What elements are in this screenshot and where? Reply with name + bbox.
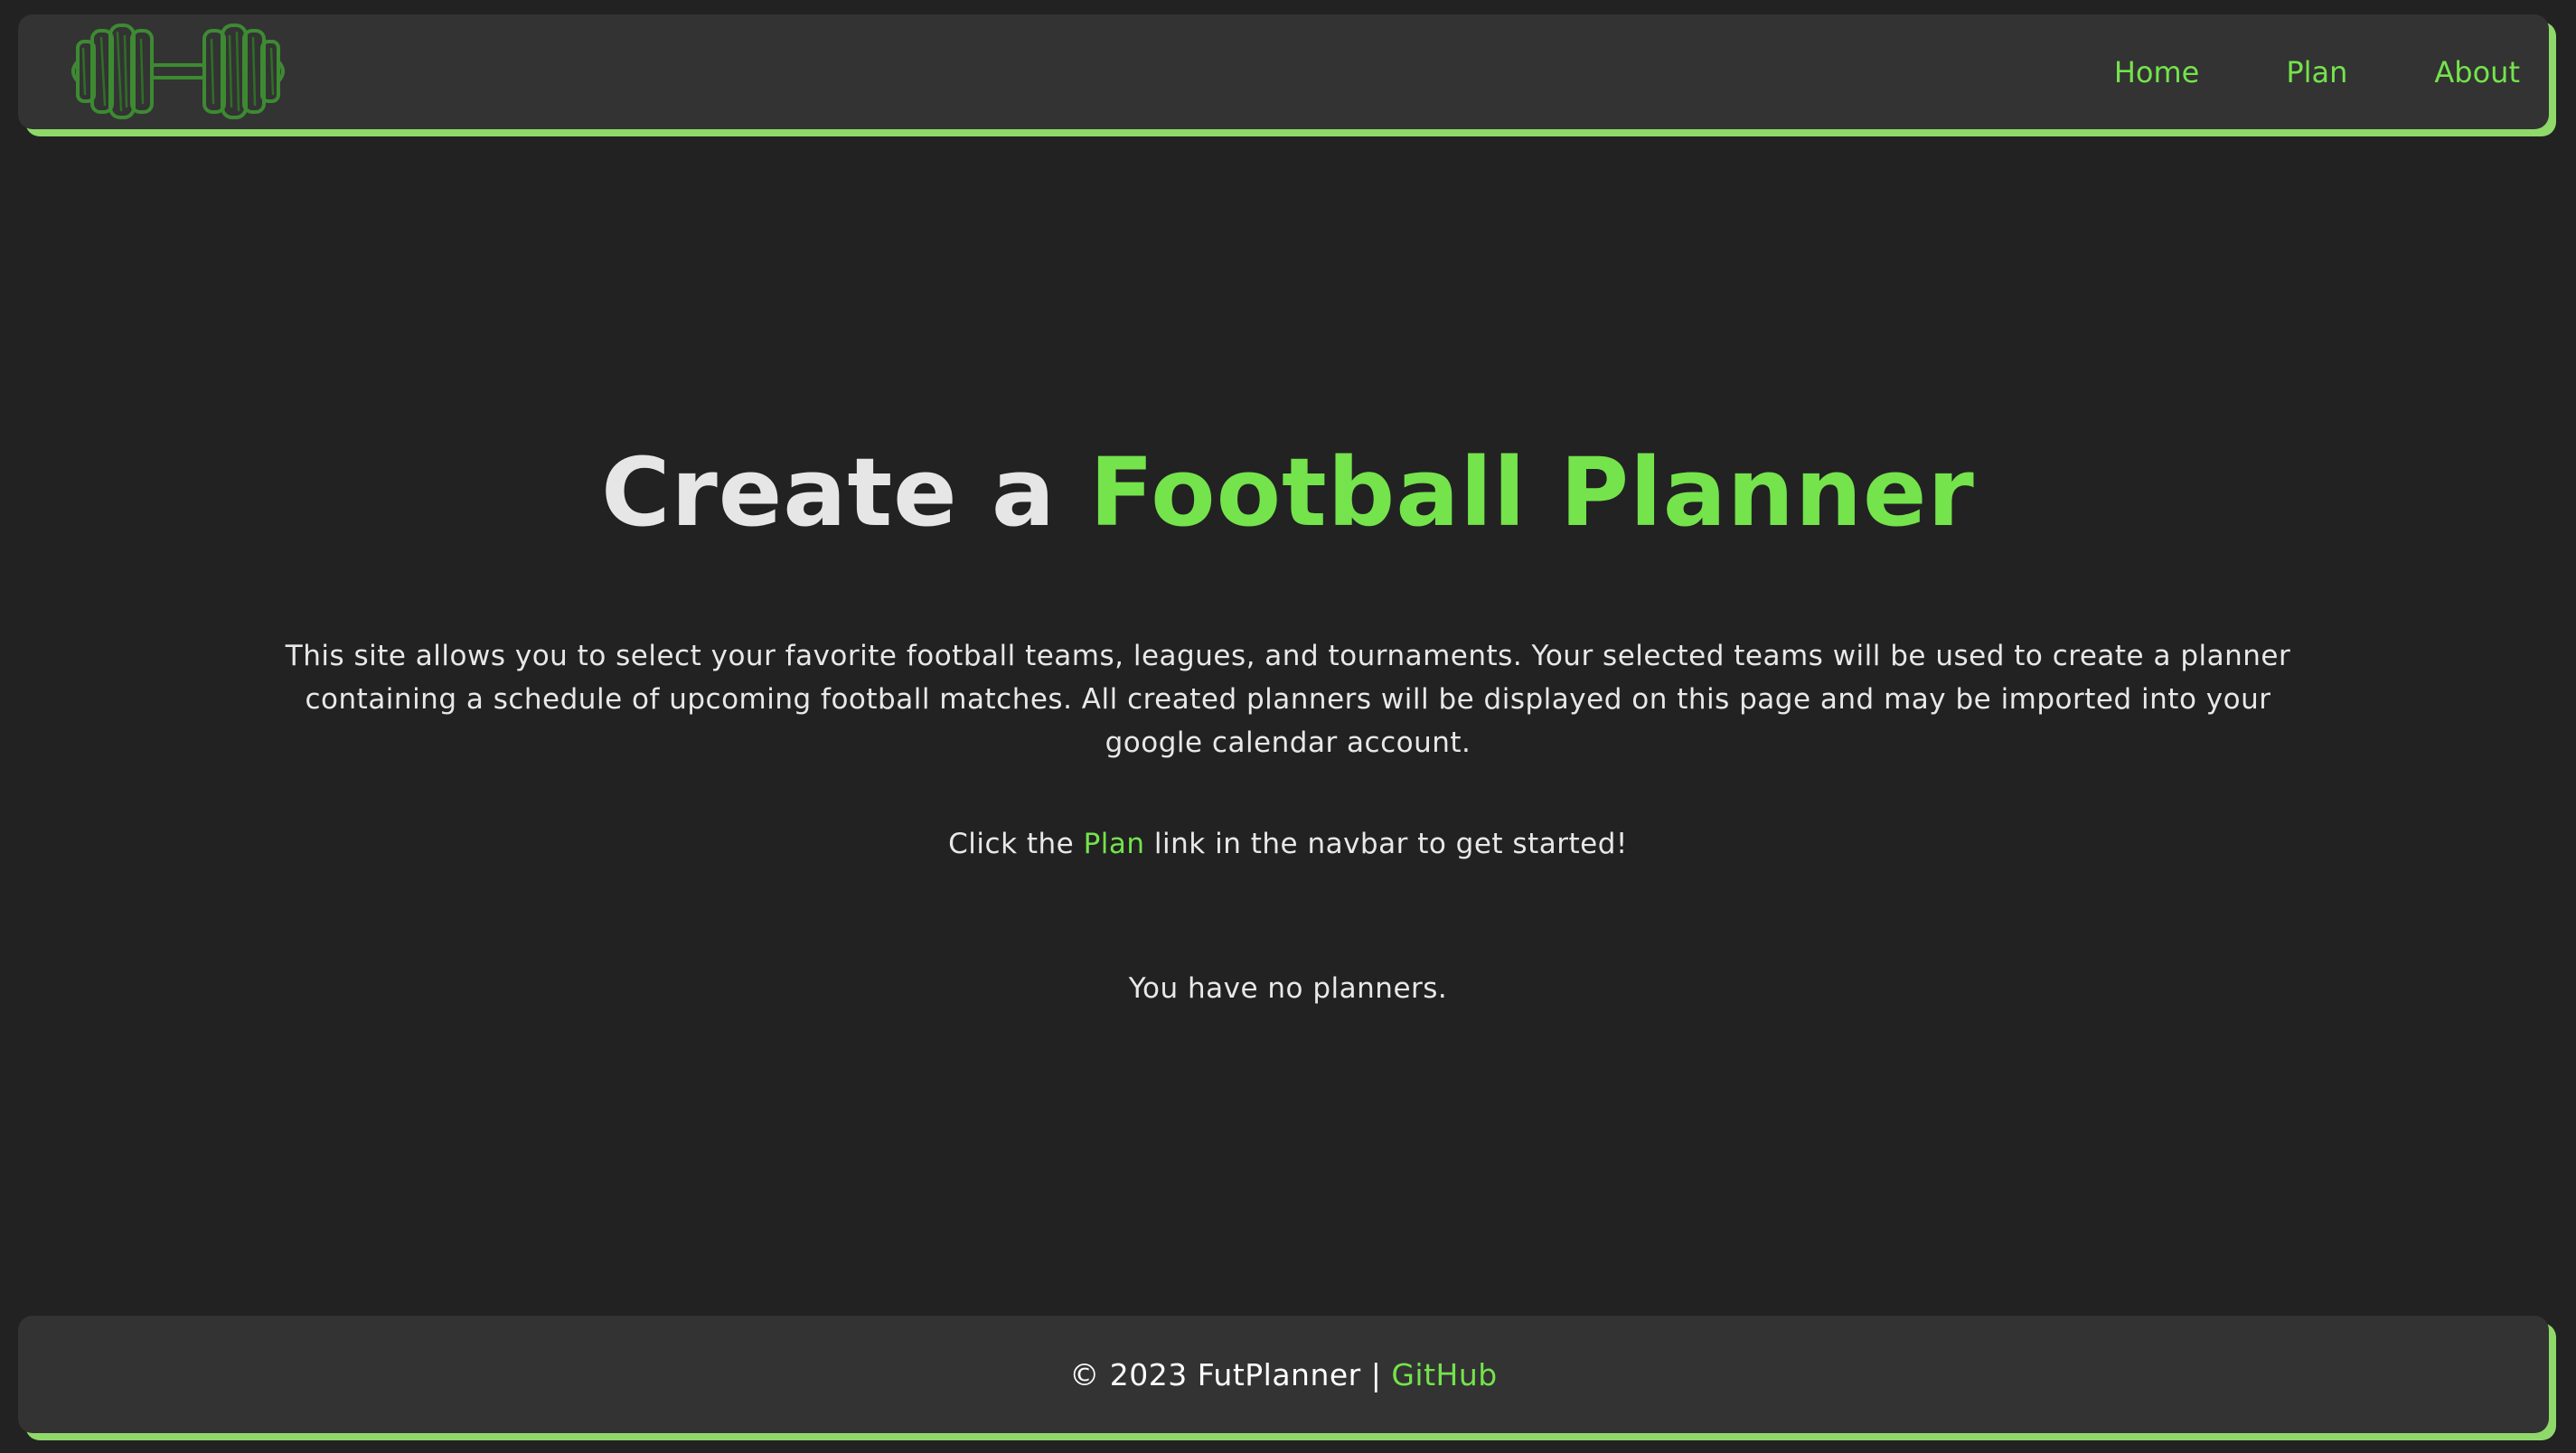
cta-text-before: Click the: [948, 828, 1084, 860]
copyright-text: © 2023 FutPlanner |: [1069, 1356, 1392, 1392]
hero-section: Create a Football Planner This site allo…: [0, 434, 2576, 1010]
github-link[interactable]: GitHub: [1391, 1357, 1497, 1392]
cta-text-after: link in the navbar to get started!: [1144, 828, 1628, 860]
navbar: Home Plan About: [18, 14, 2549, 129]
site-description: This site allows you to select your favo…: [285, 640, 2291, 759]
page-title-accent: Football Planner: [1089, 437, 1975, 548]
nav-links: Home Plan About: [2027, 14, 2520, 129]
footer: © 2023 FutPlanner | GitHub: [18, 1316, 2549, 1433]
get-started-instruction: Click the Plan link in the navbar to get…: [0, 822, 2576, 866]
nav-link-plan[interactable]: Plan: [2286, 55, 2347, 89]
dumbbell-icon[interactable]: [65, 18, 291, 125]
nav-link-home[interactable]: Home: [2114, 55, 2200, 89]
plan-inline-link[interactable]: Plan: [1084, 828, 1145, 860]
page-title: Create a Football Planner: [0, 434, 2576, 551]
no-planners-message: You have no planners.: [1128, 972, 1448, 1005]
nav-link-about[interactable]: About: [2434, 55, 2520, 89]
page-title-prefix: Create a: [601, 437, 1090, 548]
footer-text: © 2023 FutPlanner | GitHub: [1069, 1357, 1497, 1392]
